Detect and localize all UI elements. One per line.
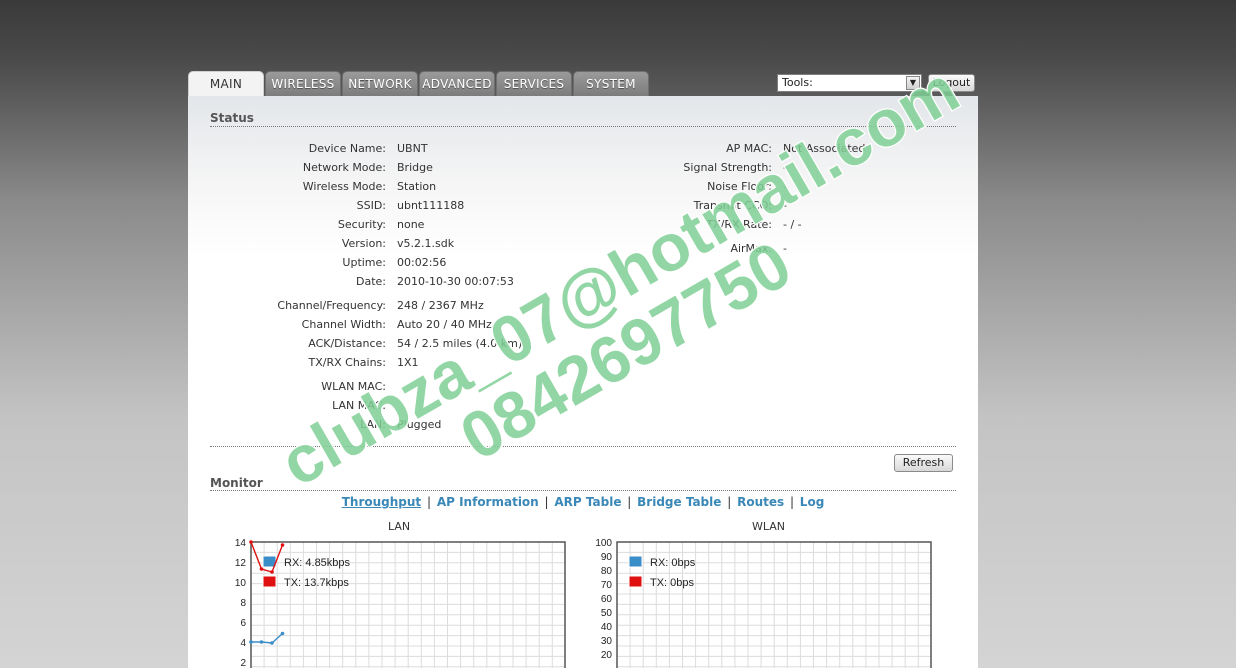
status-value: 2010-10-30 00:07:53	[397, 275, 514, 288]
status-label: Transmit CCQ:	[693, 199, 772, 212]
refresh-button[interactable]: Refresh	[894, 454, 953, 472]
y-tick-label: 14	[235, 538, 247, 549]
status-label: Network Mode:	[302, 161, 386, 174]
y-tick-label: 8	[240, 598, 246, 609]
status-value: -	[783, 161, 787, 174]
tab-system[interactable]: SYSTEM	[573, 71, 649, 96]
tab-services[interactable]: SERVICES	[496, 71, 572, 96]
status-label: Security:	[337, 218, 386, 231]
status-value: none	[397, 218, 425, 231]
lan-chart-title: LAN	[388, 520, 411, 533]
status-value: -	[783, 180, 787, 193]
tab-advanced[interactable]: ADVANCED	[419, 71, 495, 96]
data-point	[259, 640, 264, 644]
y-tick-label: 20	[601, 650, 613, 661]
status-label: WLAN MAC:	[321, 380, 386, 393]
status-value: 248 / 2367 MHz	[397, 299, 484, 312]
link-ap-information[interactable]: AP Information	[437, 495, 539, 509]
data-point	[280, 631, 285, 636]
status-value: -	[783, 242, 787, 255]
monitor-section-title: Monitor	[210, 476, 263, 490]
y-tick-label: 30	[601, 636, 613, 647]
lan-throughput-chart: 14 12 10 8 6 4 2 RX: 4.85kbps TX: 13.7kbps	[235, 538, 566, 668]
main-panel: Status Device Name: UBNT Network Mode: Brid…	[188, 96, 978, 668]
y-tick-label: 70	[601, 580, 613, 591]
monitor-links: Throughput | AP Information | ARP Table …	[341, 495, 825, 509]
status-label: TX/RX Rate:	[706, 218, 772, 231]
chevron-down-icon[interactable]: ▼	[906, 76, 920, 90]
legend-label: RX: 4.85kbps	[284, 557, 351, 569]
link-arp-table[interactable]: ARP Table	[554, 495, 621, 509]
status-label: SSID:	[356, 199, 386, 212]
status-value: Auto 20 / 40 MHz	[397, 318, 492, 331]
tools-select[interactable]: Tools: ▼	[777, 74, 922, 92]
status-label: Date:	[356, 275, 386, 288]
status-label: Channel Width:	[301, 318, 386, 331]
legend-label: TX: 0bps	[650, 577, 695, 589]
y-tick-label: 40	[601, 622, 613, 633]
status-label: LAN:	[360, 418, 386, 431]
legend-label: TX: 13.7kbps	[284, 577, 349, 589]
data-point	[280, 543, 285, 547]
y-tick-label: 60	[601, 594, 613, 605]
y-tick-label: 50	[601, 608, 613, 619]
tab-wireless[interactable]: WIRELESS	[265, 71, 341, 96]
data-point	[249, 540, 253, 544]
status-value: Not Associated	[783, 142, 866, 155]
status-section-title: Status	[210, 111, 254, 125]
logout-button[interactable]: Logout	[928, 74, 975, 92]
data-point	[249, 640, 253, 644]
y-tick-label: 6	[240, 618, 246, 629]
link-bridge-table[interactable]: Bridge Table	[637, 495, 721, 509]
y-tick-label: 12	[235, 558, 247, 569]
legend-label: RX: 0bps	[650, 557, 696, 569]
y-tick-label: 10	[235, 578, 247, 589]
status-label: Noise Floor:	[707, 180, 772, 193]
status-value: -	[783, 199, 787, 212]
status-label: Wireless Mode:	[302, 180, 386, 193]
status-label: Channel/Frequency:	[277, 299, 386, 312]
link-log[interactable]: Log	[800, 495, 824, 509]
data-point	[270, 570, 274, 574]
y-tick-label: 4	[240, 638, 246, 649]
tools-select-value: Tools:	[782, 76, 813, 89]
status-value: Station	[397, 180, 437, 193]
legend-swatch	[628, 555, 643, 568]
data-point	[270, 641, 274, 645]
link-throughput[interactable]: Throughput	[342, 495, 421, 509]
status-value: v5.2.1.sdk	[397, 237, 455, 250]
status-value: Plugged	[397, 418, 442, 431]
status-label: Uptime:	[342, 256, 386, 269]
status-divider	[210, 126, 956, 127]
wlan-throughput-chart: 100 90 80 70 60 50 40 30 20 RX: 0bps TX: 0bps	[595, 538, 932, 668]
link-routes[interactable]: Routes	[737, 495, 784, 509]
status-label: Device Name:	[308, 142, 386, 155]
tab-main[interactable]: MAIN	[188, 71, 264, 97]
status-label: AirMax:	[730, 242, 772, 255]
status-label: TX/RX Chains:	[308, 356, 387, 369]
status-value: 00:02:56	[397, 256, 447, 269]
y-tick-label: 100	[595, 538, 612, 549]
y-tick-label: 2	[240, 658, 246, 668]
status-value: 1X1	[397, 356, 419, 369]
wlan-chart-title: WLAN	[752, 520, 786, 533]
legend-swatch	[262, 575, 277, 588]
status-label: Version:	[341, 237, 386, 250]
status-label: ACK/Distance:	[308, 337, 386, 350]
status-label: AP MAC:	[726, 142, 772, 155]
status-value: 54 / 2.5 miles (4.0 km)	[397, 337, 523, 350]
legend-swatch	[628, 575, 643, 588]
y-tick-label: 90	[601, 552, 613, 563]
status-value: UBNT	[397, 142, 428, 155]
status-label: LAN MAC:	[332, 399, 386, 412]
y-tick-label: 80	[601, 566, 613, 577]
monitor-divider	[210, 490, 956, 491]
status-value: - / -	[783, 218, 802, 231]
data-point	[259, 567, 264, 571]
tab-network[interactable]: NETWORK	[342, 71, 418, 96]
status-value: ubnt111188	[397, 199, 465, 212]
status-bottom-divider	[210, 446, 956, 447]
status-value: Bridge	[397, 161, 433, 174]
status-label: Signal Strength:	[683, 161, 772, 174]
